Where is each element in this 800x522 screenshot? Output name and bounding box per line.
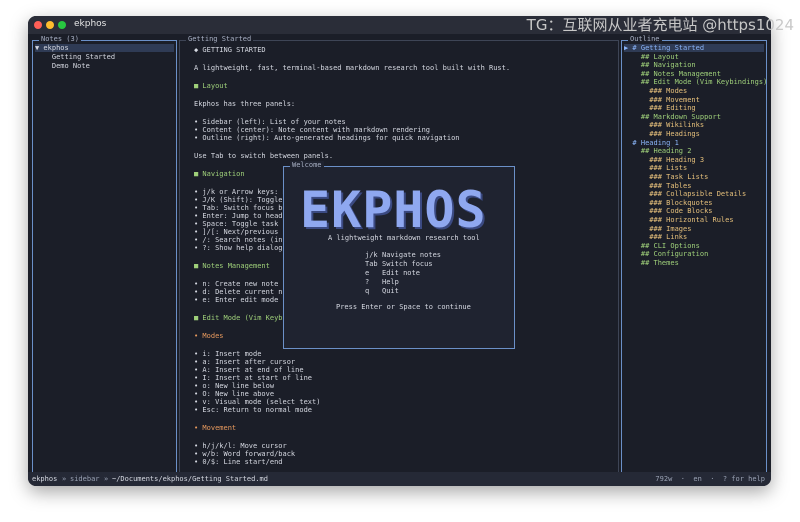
content-line: • A: Insert at end of line [194, 366, 304, 374]
status-right: 792w · en · ? for help [655, 475, 765, 483]
outline-item[interactable]: ### Code Blocks [624, 207, 712, 215]
outline-item[interactable]: ## Themes [624, 259, 679, 267]
outline-item[interactable]: ### Headings [624, 130, 700, 138]
shortcut-desc-quit: Quit [382, 287, 399, 295]
status-app: ekphos [32, 475, 58, 483]
content-line: • J/K (Shift): Toggle c [194, 196, 291, 204]
content-line: • v: Visual mode (select text) [194, 398, 321, 406]
content-line: • Tab: Switch focus bet [194, 204, 291, 212]
content-line: • O: New line above [194, 390, 275, 398]
content-line: ■ Edit Mode (Vim Keybin [194, 314, 291, 322]
content-line: A lightweight, fast, terminal-based mark… [194, 64, 511, 72]
content-line: ■ Layout [194, 82, 228, 90]
content-line: • o: New line below [194, 382, 275, 390]
minimize-window-button[interactable] [46, 21, 54, 29]
content-line: • ]/[: Next/previous li [194, 228, 291, 236]
shortcut-key-focus: Tab [365, 260, 378, 268]
sidebar-item-demo-note[interactable]: Demo Note [35, 62, 90, 70]
sidebar-item-getting-started[interactable]: Getting Started [35, 53, 115, 61]
outline-item[interactable]: ## Layout [624, 53, 679, 61]
close-window-button[interactable] [34, 21, 42, 29]
status-bar: ekphos » sidebar » ~/Documents/ekphos/Ge… [28, 472, 771, 486]
shortcut-key-navigate: j/k [365, 251, 378, 259]
content-line: • i: Insert mode [194, 350, 262, 358]
status-panel: sidebar [70, 475, 100, 483]
outline-item[interactable]: ### Blockquotes [624, 199, 712, 207]
content-line: • j/k or Arrow keys: Na [194, 188, 291, 196]
shortcut-desc-focus: Switch focus [382, 260, 433, 268]
content-line: • Space: Toggle task ch [194, 220, 291, 228]
status-sep-2: » [104, 475, 109, 483]
outline-item[interactable]: ### Images [624, 225, 691, 233]
outline-title: Outline [628, 35, 662, 43]
outline-item[interactable]: ### Tables [624, 182, 691, 190]
content-line: ■ Navigation [194, 170, 245, 178]
content-line: • Content (center): Note content with ma… [194, 126, 431, 134]
welcome-tagline: A lightweight markdown research tool [328, 234, 480, 242]
outline-item[interactable]: ### Wikilinks [624, 121, 704, 129]
content-line: • h/j/k/l: Move cursor [194, 442, 287, 450]
shortcut-key-help: ? [365, 278, 370, 286]
maximize-window-button[interactable] [58, 21, 66, 29]
content-line: • Sidebar (left): List of your notes [194, 118, 346, 126]
outline-item[interactable]: # Heading 1 [624, 139, 678, 147]
shortcut-key-quit: q [365, 287, 370, 295]
welcome-dialog-title: Welcome [290, 161, 324, 169]
window-title: ekphos [74, 19, 107, 29]
outline-item[interactable]: ### Heading 3 [624, 156, 704, 164]
content-line: • Outline (right): Auto-generated headin… [194, 134, 460, 142]
outline-item[interactable]: ▶ # Getting Started [624, 44, 764, 52]
shortcut-desc-help: Help [382, 278, 399, 286]
outline-item[interactable]: ### Editing [624, 104, 695, 112]
outline-item[interactable]: ## Heading 2 [624, 147, 692, 155]
outline-item[interactable]: ### Collapsible Details [624, 190, 746, 198]
outline-item[interactable]: ### Modes [624, 87, 687, 95]
outline-item[interactable]: ### Movement [624, 96, 700, 104]
watermark: TG：互联网从业者充电站 @https1024 [526, 16, 794, 34]
outline-item[interactable]: ## Notes Management [624, 70, 721, 78]
content-line: • I: Insert at start of line [194, 374, 313, 382]
status-path: ~/Documents/ekphos/Getting Started.md [112, 475, 268, 483]
content-line: • d: Delete current not [194, 288, 291, 296]
content-line: Use Tab to switch between panels. [194, 152, 334, 160]
outline-item[interactable]: ## CLI Options [624, 242, 700, 250]
ekphos-logo: EKPHOS [300, 181, 487, 239]
content-title: Getting Started [186, 35, 254, 43]
content-line: Ekphos has three panels: [194, 100, 296, 108]
outline-item[interactable]: ### Lists [624, 164, 687, 172]
content-line: • ?: Show help dialog [194, 244, 283, 252]
content-line: • Enter: Jump to headin [194, 212, 291, 220]
content-line: • /: Search notes (in S [194, 236, 291, 244]
notes-sidebar[interactable]: Notes (3) ▼ ekphos Getting Started Demo … [32, 35, 177, 477]
content-line: • n: Create new note [194, 280, 279, 288]
shortcut-key-edit: e [365, 269, 370, 277]
content-line: • Esc: Return to normal mode [194, 406, 313, 414]
outline-item[interactable]: ## Edit Mode (Vim Keybindings) [624, 78, 767, 86]
content-line: ◆ GETTING STARTED [194, 46, 266, 54]
shortcut-desc-navigate: Navigate notes [382, 251, 442, 259]
content-line: • Modes [194, 332, 224, 340]
sidebar-item-ekphos[interactable]: ▼ ekphos [35, 44, 174, 52]
status-sep-1: » [62, 475, 67, 483]
content-line: • a: Insert after cursor [194, 358, 296, 366]
content-line: • w/b: Word forward/back [194, 450, 296, 458]
outline-item[interactable]: ## Configuration [624, 250, 708, 258]
content-line: • 0/$: Line start/end [194, 458, 283, 466]
shortcut-desc-edit: Edit note [382, 269, 420, 277]
outline-item[interactable]: ## Markdown Support [624, 113, 721, 121]
outline-item[interactable]: ### Horizontal Rules [624, 216, 733, 224]
welcome-dialog[interactable]: Welcome EKPHOS A lightweight markdown re… [283, 161, 515, 349]
continue-hint: Press Enter or Space to continue [336, 303, 471, 311]
content-line: ■ Notes Management [194, 262, 270, 270]
content-line: • Movement [194, 424, 237, 432]
outline-item[interactable]: ## Navigation [624, 61, 696, 69]
content-line: • e: Enter edit mode [194, 296, 279, 304]
outline-item[interactable]: ### Links [624, 233, 687, 241]
outline-panel[interactable]: Outline ▶ # Getting Started ## Layout ##… [621, 35, 767, 477]
outline-item[interactable]: ### Task Lists [624, 173, 708, 181]
sidebar-title: Notes (3) [39, 35, 81, 43]
